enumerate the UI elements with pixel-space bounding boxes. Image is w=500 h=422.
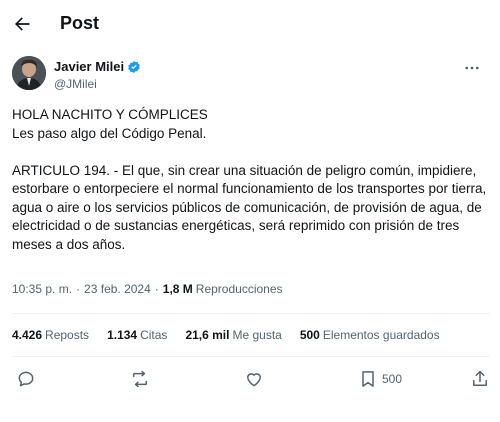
post-text-line: Les paso algo del Código Penal. [12, 125, 207, 141]
name-row: Javier Milei [54, 59, 141, 74]
meta-separator: · [76, 282, 81, 296]
likes-stat[interactable]: 21,6 mil Me gusta [185, 328, 281, 342]
views-count: 1,8 M [162, 282, 193, 296]
quotes-count: 1.134 [107, 328, 138, 342]
repost-button[interactable] [130, 368, 150, 390]
bookmarks-stat[interactable]: 500 Elementos guardados [300, 328, 440, 342]
avatar-image [12, 56, 46, 90]
more-dots-icon [465, 66, 479, 70]
reposts-stat[interactable]: 4.426 Reposts [12, 328, 89, 342]
views-label: Reproducciones [195, 282, 283, 296]
arrow-left-icon [15, 17, 30, 31]
bookmarks-label: Elementos guardados [322, 328, 440, 342]
post-time[interactable]: 10:35 p. m. [12, 282, 72, 296]
like-button[interactable] [244, 368, 264, 390]
post-text: HOLA NACHITO Y CÓMPLICES Les paso algo d… [12, 106, 490, 254]
back-button[interactable] [10, 12, 34, 36]
bookmark-icon [362, 371, 374, 387]
post-header: Post [0, 0, 500, 50]
verified-badge-icon [127, 60, 141, 74]
divider [12, 313, 490, 314]
post-date[interactable]: 23 feb. 2024 [84, 282, 151, 296]
repost-icon [133, 370, 147, 388]
reply-icon [18, 371, 34, 387]
bookmark-count: 500 [382, 372, 403, 386]
post-author: Javier Milei @JMilei [12, 56, 488, 96]
bookmarks-count: 500 [299, 328, 320, 342]
reposts-label: Reposts [45, 328, 90, 342]
author-handle[interactable]: @JMilei [54, 77, 97, 91]
reposts-count: 4.426 [12, 328, 43, 342]
more-options-button[interactable] [462, 58, 482, 78]
avatar[interactable] [12, 56, 46, 90]
post-stats: 4.426 Reposts 1.134 Citas 21,6 mil Me gu… [12, 328, 458, 342]
share-icon [473, 370, 487, 386]
meta-separator: · [154, 282, 159, 296]
share-button[interactable] [470, 368, 490, 390]
reply-button[interactable] [16, 368, 36, 390]
page-title: Post [60, 13, 100, 33]
author-display-name[interactable]: Javier Milei [54, 59, 124, 74]
quotes-stat[interactable]: 1.134 Citas [107, 328, 167, 342]
post-text-article: ARTICULO 194. - El que, sin crear una si… [12, 162, 487, 252]
post-meta: 10:35 p. m. · 23 feb. 2024 · 1,8 M Repro… [12, 282, 283, 296]
divider [12, 356, 490, 357]
post-actions: 500 [0, 366, 500, 394]
bookmark-button[interactable]: 500 [358, 368, 402, 390]
heart-icon [247, 373, 261, 387]
likes-label: Me gusta [232, 328, 282, 342]
quotes-label: Citas [140, 328, 168, 342]
likes-count: 21,6 mil [185, 328, 230, 342]
post-text-line: HOLA NACHITO Y CÓMPLICES [12, 107, 208, 122]
